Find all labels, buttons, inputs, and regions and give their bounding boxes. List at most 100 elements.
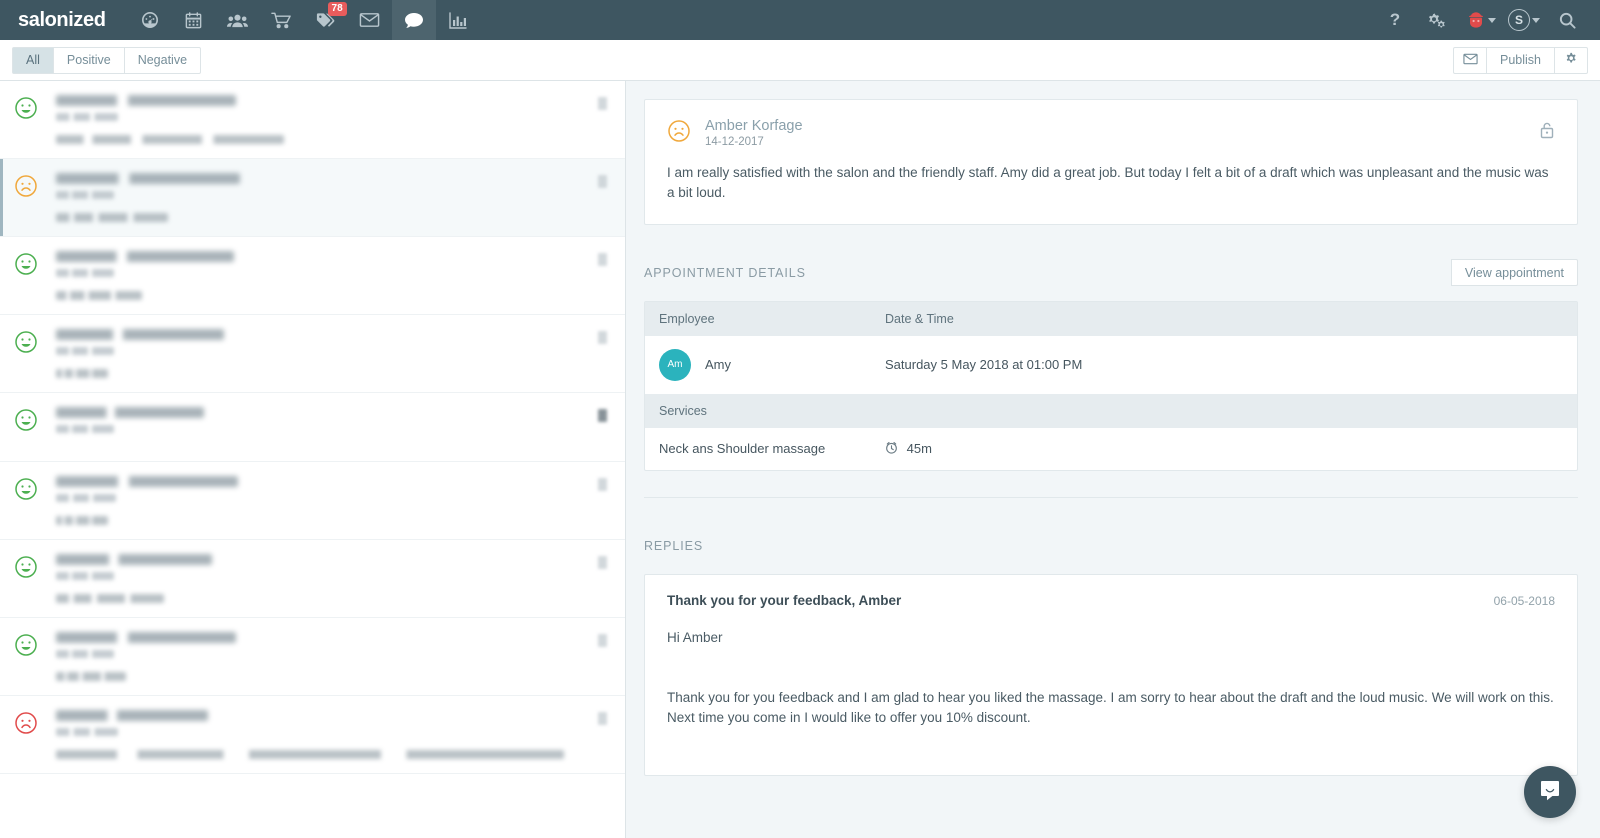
list-item[interactable] bbox=[0, 393, 625, 462]
list-item-flag-icon bbox=[598, 478, 607, 491]
account-menu[interactable] bbox=[1458, 0, 1502, 40]
list-item-content bbox=[56, 329, 598, 378]
list-item-name-redacted bbox=[56, 329, 224, 340]
nav-item-messages[interactable] bbox=[348, 0, 392, 40]
appointment-datetime: Saturday 5 May 2018 at 01:00 PM bbox=[885, 357, 1083, 372]
list-item-preview-redacted bbox=[56, 672, 126, 681]
list-item-date-redacted bbox=[56, 113, 118, 121]
list-item-date-redacted bbox=[56, 728, 118, 736]
chat-launcher-button[interactable] bbox=[1524, 766, 1576, 818]
help-question-icon: ? bbox=[1389, 10, 1401, 29]
nav-item-reviews[interactable] bbox=[391, 0, 436, 40]
detective-icon bbox=[1466, 10, 1486, 30]
list-item-content bbox=[56, 407, 598, 433]
list-item-preview-redacted bbox=[56, 750, 564, 759]
list-item[interactable] bbox=[0, 315, 625, 393]
people-icon bbox=[227, 10, 249, 31]
list-item-flag-icon bbox=[598, 712, 607, 725]
nav-item-products[interactable]: 78 bbox=[304, 0, 348, 40]
list-item-preview-redacted bbox=[56, 135, 284, 144]
review-card: Amber Korfage 14-12-2017 I am really sat… bbox=[644, 99, 1578, 225]
column-header-employee: Employee bbox=[645, 301, 871, 336]
service-duration-cell: 45m bbox=[871, 428, 1577, 470]
list-item-name-redacted bbox=[56, 95, 236, 106]
unlocked-padlock-icon[interactable] bbox=[1539, 121, 1555, 144]
smiley-positive-icon bbox=[14, 633, 38, 657]
column-header-services: Services bbox=[645, 393, 1577, 428]
list-item[interactable] bbox=[0, 696, 625, 774]
nav-item-dashboard[interactable] bbox=[128, 0, 172, 40]
nav-item-calendar[interactable] bbox=[172, 0, 216, 40]
list-item[interactable] bbox=[0, 618, 625, 696]
list-item-content bbox=[56, 554, 598, 603]
nav-item-register[interactable] bbox=[260, 0, 304, 40]
filter-negative-button[interactable]: Negative bbox=[123, 46, 202, 74]
products-badge: 78 bbox=[327, 2, 347, 16]
list-item-date-redacted bbox=[56, 425, 114, 433]
review-header: Amber Korfage 14-12-2017 bbox=[667, 118, 1555, 148]
list-item[interactable] bbox=[0, 237, 625, 315]
list-item-flag-icon bbox=[598, 253, 607, 266]
publish-button[interactable]: Publish bbox=[1486, 46, 1555, 74]
reply-greeting: Hi Amber bbox=[667, 629, 723, 645]
filter-all-button[interactable]: All bbox=[12, 46, 54, 74]
gear-icon bbox=[1564, 52, 1578, 69]
reply-date: 06-05-2018 bbox=[1493, 593, 1555, 608]
list-item-preview-redacted bbox=[56, 369, 108, 378]
list-item-flag-icon bbox=[598, 634, 607, 647]
review-list-pane[interactable] bbox=[0, 81, 626, 838]
secondary-nav: ? S bbox=[1374, 0, 1600, 40]
list-item-date-redacted bbox=[56, 650, 114, 658]
review-author-link[interactable]: Amber Korfage bbox=[705, 118, 1539, 134]
list-item-name-redacted bbox=[56, 710, 208, 721]
search-button[interactable] bbox=[1546, 0, 1588, 40]
service-name: Neck ans Shoulder massage bbox=[659, 441, 826, 456]
smiley-positive-icon bbox=[14, 408, 38, 432]
nav-item-reports[interactable] bbox=[436, 0, 480, 40]
nav-item-customers[interactable] bbox=[216, 0, 260, 40]
list-item-name-redacted bbox=[56, 554, 212, 565]
list-item-content bbox=[56, 95, 598, 144]
reply-subject: Thank you for your feedback, Amber bbox=[667, 592, 902, 608]
list-item-flag-icon bbox=[598, 331, 607, 344]
list-item-content bbox=[56, 476, 598, 525]
appointment-table: Employee Date & Time Am Amy Saturday 5 M… bbox=[645, 301, 1577, 470]
email-review-button[interactable] bbox=[1453, 46, 1487, 74]
list-item[interactable] bbox=[0, 462, 625, 540]
review-body-text: I am really satisfied with the salon and… bbox=[667, 165, 1549, 201]
settings-button[interactable] bbox=[1416, 0, 1458, 40]
column-header-datetime: Date & Time bbox=[871, 301, 1577, 336]
user-menu[interactable]: S bbox=[1502, 0, 1546, 40]
main-content: Amber Korfage 14-12-2017 I am really sat… bbox=[0, 81, 1600, 838]
review-detail-pane: Amber Korfage 14-12-2017 I am really sat… bbox=[626, 81, 1600, 838]
sentiment-filter-group: All Positive Negative bbox=[12, 46, 202, 74]
view-appointment-button[interactable]: View appointment bbox=[1450, 259, 1578, 286]
filter-positive-button[interactable]: Positive bbox=[52, 46, 125, 74]
reply-header: Thank you for your feedback, Amber 06-05… bbox=[667, 593, 1555, 608]
list-item-flag-icon bbox=[598, 175, 607, 188]
table-row: Am Amy Saturday 5 May 2018 at 01:00 PM bbox=[645, 336, 1577, 394]
help-button[interactable]: ? bbox=[1374, 0, 1416, 40]
list-item[interactable] bbox=[0, 540, 625, 618]
list-item[interactable] bbox=[0, 81, 625, 159]
chevron-down-icon bbox=[1532, 17, 1540, 23]
smiley-positive-icon bbox=[14, 330, 38, 354]
smiley-neutral-icon bbox=[667, 119, 691, 143]
service-duration: 45m bbox=[906, 440, 932, 456]
list-item-date-redacted bbox=[56, 347, 114, 355]
brand-logo[interactable]: salonized bbox=[0, 0, 128, 40]
review-settings-button[interactable] bbox=[1554, 46, 1588, 74]
list-item-name-redacted bbox=[56, 632, 236, 643]
speech-bubble-icon bbox=[404, 11, 424, 30]
list-item-name-redacted bbox=[56, 407, 204, 418]
reply-card: Thank you for your feedback, Amber 06-05… bbox=[644, 573, 1578, 776]
list-item-preview-redacted bbox=[56, 516, 108, 525]
list-item-content bbox=[56, 710, 598, 759]
replies-section-header: REPLIES bbox=[644, 532, 1578, 560]
smiley-positive-icon bbox=[14, 252, 38, 276]
search-icon bbox=[1558, 11, 1577, 30]
list-item[interactable] bbox=[0, 159, 625, 237]
primary-nav: 78 bbox=[128, 0, 480, 40]
reply-body-text: Thank you for you feedback and I am glad… bbox=[667, 689, 1554, 725]
list-item-date-redacted bbox=[56, 269, 114, 277]
